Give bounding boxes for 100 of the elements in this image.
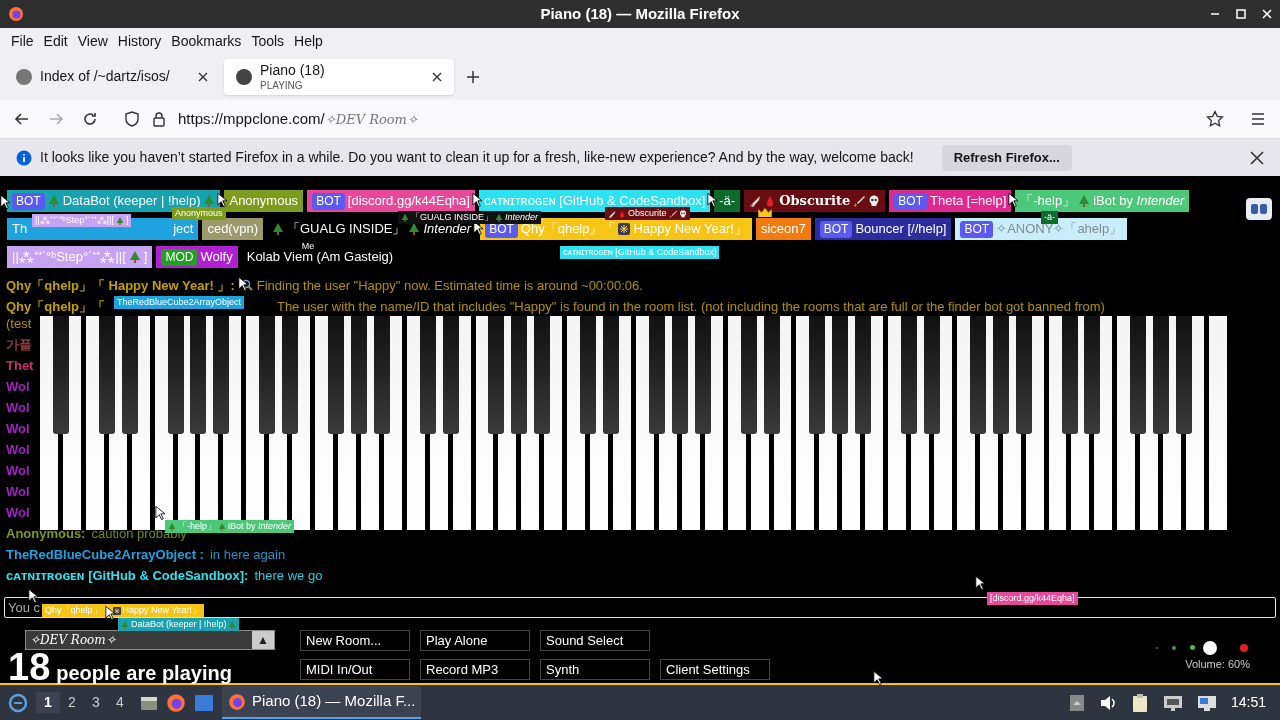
cursor-name-tooltip[interactable]: 「GUALG INSIDE」 Intender <box>398 211 542 224</box>
room-selector[interactable]: ✧DEV Room✧ ▲ <box>25 630 275 650</box>
user-tag[interactable]: BOT [discord.gg/k44Eqha] <box>307 190 475 212</box>
workspace-button[interactable]: 4 <box>108 692 132 713</box>
close-icon[interactable] <box>1250 150 1264 165</box>
refresh-button[interactable]: Refresh Firefox... <box>941 144 1072 171</box>
menu-icon[interactable] <box>1250 111 1266 127</box>
browser-tab[interactable]: Index of /~dartz/isos/ <box>4 59 220 95</box>
tree-icon <box>203 195 216 207</box>
volume-label: Volume: 60% <box>1185 657 1250 672</box>
browser-tab[interactable]: Piano (18) PLAYING <box>224 59 454 95</box>
expand-button[interactable]: ▲ <box>252 631 274 649</box>
firefox-icon <box>8 6 24 22</box>
name-text: 「-help」 <box>178 519 216 531</box>
cursor-icon <box>217 192 228 208</box>
tray-icon[interactable] <box>1068 693 1085 712</box>
close-icon[interactable] <box>198 72 208 82</box>
workspace-button[interactable]: 2 <box>60 692 84 713</box>
menu-button[interactable]: Synth <box>540 659 650 680</box>
bot-badge: BOT <box>312 192 345 210</box>
task-title: Piano (18) — Mozilla F... <box>252 691 416 712</box>
menu-item[interactable]: Bookmarks <box>166 28 247 54</box>
me-label: Me <box>301 242 315 251</box>
name-text: -ä- <box>719 192 736 211</box>
chat-name: Wol <box>6 484 30 499</box>
menu-item[interactable]: Help <box>289 28 328 54</box>
menu-item[interactable]: History <box>112 28 167 54</box>
speaker-icon[interactable] <box>1098 693 1117 712</box>
workspace-button[interactable]: 3 <box>84 692 108 713</box>
user-tag[interactable]: BOT Theta [=help] <box>889 190 1012 212</box>
toolbar-button[interactable] <box>1246 198 1272 220</box>
dagger-icon <box>853 195 866 207</box>
start-menu-icon[interactable] <box>8 692 28 713</box>
bot-badge: BOT <box>819 220 853 238</box>
name-text: ced(vpn) <box>207 220 258 239</box>
user-tag[interactable]: -ä- <box>714 190 741 212</box>
menu-button[interactable]: Client Settings <box>660 659 770 680</box>
tab-title: Index of /~dartz/isos/ <box>40 68 171 86</box>
knife-icon <box>749 195 762 207</box>
close-icon[interactable] <box>432 72 442 82</box>
star-icon[interactable] <box>1206 110 1224 128</box>
tab-subtitle: PLAYING <box>260 79 304 92</box>
chat-message: The user with the name/ID that includes "Happy" is found in the room list. (not including the rooms that are full or the finder bot got banned from) <box>276 299 1105 314</box>
tree-icon <box>218 522 226 531</box>
bot-badge: BOT <box>12 192 45 210</box>
drop-icon <box>618 209 626 218</box>
chat-name: Wol <box>6 505 30 520</box>
cursor-icon <box>975 575 985 591</box>
monitor-icon[interactable] <box>1196 693 1217 712</box>
firefox-icon <box>228 692 246 711</box>
cursor-icon <box>155 505 165 521</box>
menu-button[interactable]: Record MP3 <box>420 659 530 680</box>
menu-item[interactable]: Tools <box>246 28 290 54</box>
menu-item[interactable]: Edit <box>38 28 73 54</box>
firefox-icon[interactable] <box>166 692 186 713</box>
address-field[interactable]: https://mppclone.com/✧DEV Room✧ <box>178 107 418 131</box>
tree-icon <box>121 620 129 629</box>
players-label: people are playing <box>56 661 232 685</box>
menu-button[interactable]: Sound Select <box>540 630 650 651</box>
name-text: Happy New Year!」 <box>633 220 747 239</box>
menu-item[interactable]: File <box>6 28 39 54</box>
cursor-name-tooltip[interactable]: Obscurite <box>605 207 690 220</box>
lock-icon[interactable] <box>152 111 166 127</box>
user-tag[interactable]: Obscurite <box>744 190 886 212</box>
user-tag[interactable]: BOT Bouncer [//help] <box>814 218 952 240</box>
window-icon[interactable] <box>194 693 214 712</box>
menu-button[interactable]: Play Alone <box>420 630 530 651</box>
user-tag[interactable]: MOD Wolfy <box>156 246 238 268</box>
chat-name: Wol <box>6 421 30 436</box>
name-text: Theta [=help] <box>930 192 1007 211</box>
notification-text: It looks like you haven’t started Firefox in a while. Do you want to clean it up for a fresh, like-new experience? And by the way, welcome back! <box>40 148 914 167</box>
maximize-icon[interactable] <box>1236 9 1246 19</box>
volume-knob[interactable] <box>1203 641 1217 655</box>
new-tab-icon[interactable] <box>466 70 480 84</box>
menu-button[interactable]: MIDI In/Out <box>300 659 410 680</box>
back-icon[interactable] <box>14 111 30 127</box>
firework-icon <box>112 606 121 615</box>
network-icon[interactable] <box>1162 693 1183 712</box>
menu-item[interactable]: View <box>72 28 113 54</box>
chat-message: in here again <box>209 547 286 562</box>
knife-icon <box>608 209 616 218</box>
clipboard-icon[interactable] <box>1130 692 1149 713</box>
cursor-icon <box>1008 192 1019 208</box>
chat-name: Wol <box>6 463 30 478</box>
tree-icon <box>495 213 503 222</box>
window-title: Piano (18) — Mozilla Firefox <box>540 3 740 24</box>
taskbar-task[interactable]: Piano (18) — Mozilla F... <box>222 686 422 719</box>
menu-button[interactable]: New Room... <box>300 630 410 651</box>
cursor-icon <box>105 605 115 621</box>
name-text: [discord.gg/k44Eqha] <box>347 192 470 211</box>
clock: 14:51 <box>1230 693 1266 712</box>
name-text: ᴄᴀᴛɴɪᴛʀᴏɢᴇɴ [GitHub & CodeSandbox] <box>483 192 706 209</box>
chat-name: Qhy「qhelp」「 <box>6 299 105 314</box>
reload-icon[interactable] <box>82 111 98 127</box>
chat-message: there we go <box>254 568 323 583</box>
shield-icon[interactable] <box>124 111 140 127</box>
workspace-button[interactable]: 1 <box>36 692 60 713</box>
tab-title: Piano (18) <box>260 62 326 80</box>
name-text: DataBot (keeper | !help) <box>62 192 201 210</box>
bot-badge: BOT <box>960 220 994 238</box>
